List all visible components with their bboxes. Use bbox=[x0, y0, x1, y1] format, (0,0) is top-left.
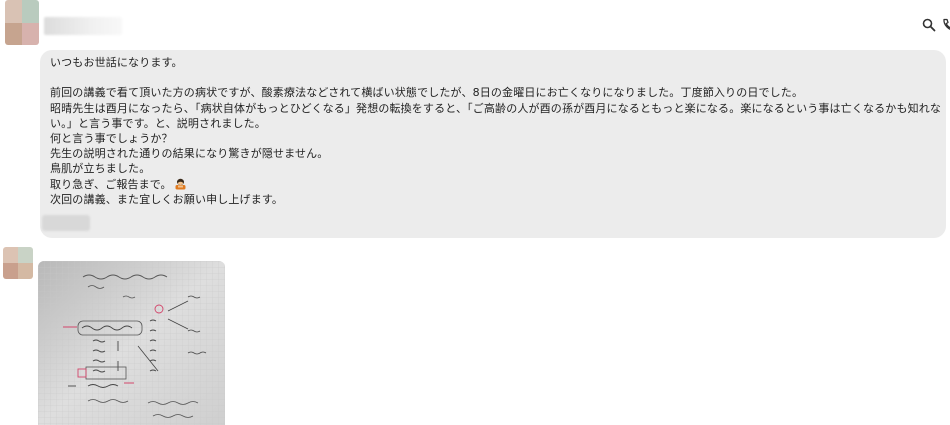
message-line-with-emoji: 取り急ぎ、ご報告まで。 bbox=[50, 177, 936, 192]
message-line: 鳥肌が立ちました。 bbox=[50, 162, 151, 176]
sender-avatar[interactable] bbox=[3, 247, 33, 279]
search-icon[interactable] bbox=[922, 18, 936, 32]
message-bubble: いつもお世話になります。 前回の講義で看て頂いた方の病状ですが、酸素療法などされ… bbox=[40, 50, 946, 238]
message-line: 先生の説明された通りの結果になり驚きが隠せません。 bbox=[50, 147, 329, 161]
message-line bbox=[50, 70, 936, 85]
message-line: い。」と言う事です。と、説明されました。 bbox=[50, 116, 266, 130]
person-bowing-emoji bbox=[175, 178, 186, 189]
notes-photo-drawing bbox=[38, 261, 225, 425]
sender-avatar[interactable] bbox=[5, 0, 39, 45]
timestamp-redacted bbox=[42, 215, 90, 231]
message-line: 取り急ぎ、ご報告まで。 bbox=[50, 177, 172, 191]
phone-icon[interactable] bbox=[942, 18, 950, 32]
message-line: 何と言う事でしょうか？ bbox=[50, 131, 173, 145]
sender-name-redacted bbox=[44, 17, 122, 35]
message-line: 昭晴先生は酉月になったら、「病状自体がもっとひどくなる」発想の転換をすると、「ご… bbox=[50, 101, 942, 115]
handwritten-notes-image[interactable] bbox=[38, 261, 225, 425]
message-line: いつもお世話になります。 bbox=[50, 56, 183, 69]
message-line: 次回の講義、また宜しくお願い申し上げます。 bbox=[50, 192, 284, 206]
message-line: 前回の講義で看て頂いた方の病状ですが、酸素療法などされて横ばい状態でしたが、8日… bbox=[50, 86, 804, 100]
